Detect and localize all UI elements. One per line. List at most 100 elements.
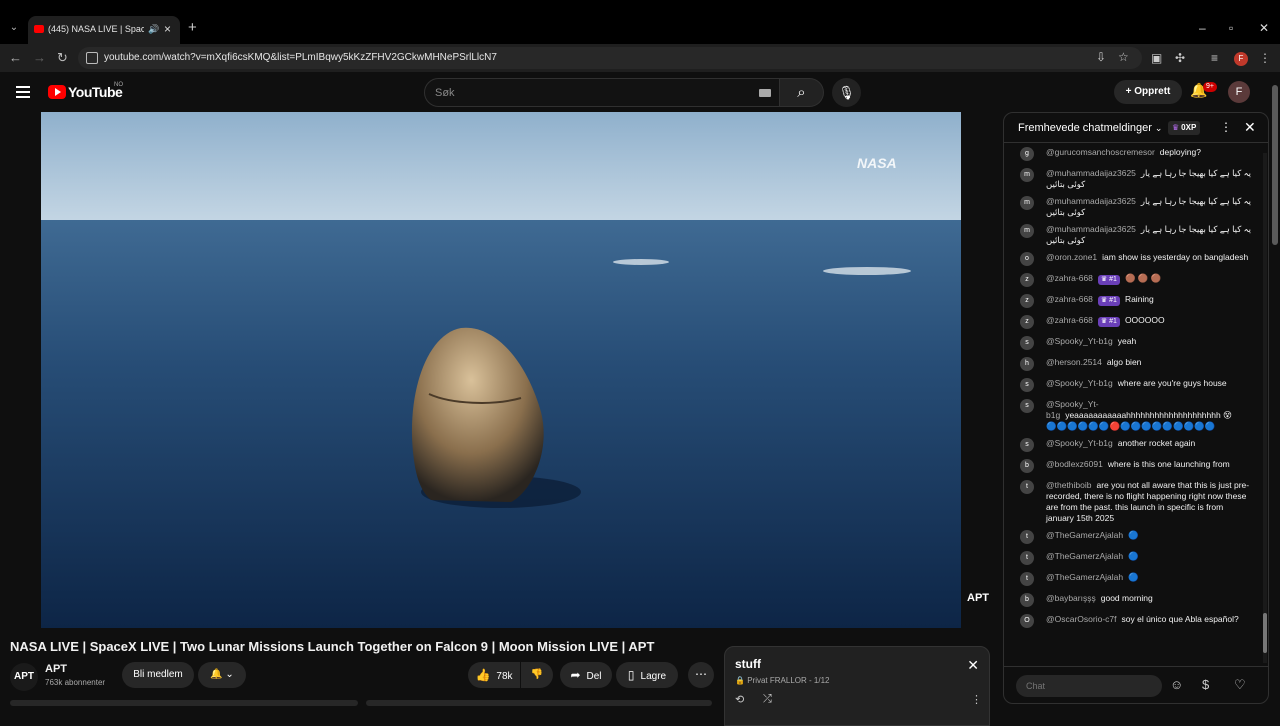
- browser-tab-active[interactable]: (445) NASA LIVE | SpaceX LIVE 🔊 ×: [28, 16, 180, 44]
- chat-message[interactable]: z @zahra-668 ♛ #1 OOOOOO: [1004, 312, 1264, 333]
- chat-author-name[interactable]: @TheGamerzAjalah: [1046, 530, 1123, 540]
- minimize-icon[interactable]: –: [1199, 22, 1206, 34]
- super-chat-icon[interactable]: $: [1202, 678, 1209, 692]
- chat-message[interactable]: h @herson.2514 algo bien: [1004, 354, 1264, 375]
- chat-message[interactable]: g @gurucomsanchoscremesor deploying?: [1004, 144, 1264, 165]
- account-avatar[interactable]: F: [1228, 81, 1250, 103]
- chat-author-avatar[interactable]: t: [1020, 530, 1034, 544]
- chat-author-name[interactable]: @TheGamerzAjalah: [1046, 551, 1123, 561]
- forward-icon[interactable]: →: [33, 50, 46, 66]
- browser-menu-icon[interactable]: ⋮: [1259, 51, 1271, 65]
- notification-preference-button[interactable]: 🔔 ⌄: [198, 662, 246, 688]
- chat-input[interactable]: [1016, 675, 1162, 697]
- search-button[interactable]: ⌕: [780, 78, 824, 107]
- chat-message[interactable]: s @Spooky_Yt-b1g yeah: [1004, 333, 1264, 354]
- chat-author-name[interactable]: @muhammadaijaz3625: [1046, 196, 1136, 206]
- chat-scrollbar[interactable]: [1263, 153, 1267, 663]
- chat-author-avatar[interactable]: t: [1020, 480, 1034, 494]
- chat-message[interactable]: t @TheGamerzAjalah 🔵: [1004, 527, 1264, 548]
- chat-author-name[interactable]: @bodlexz6091: [1046, 459, 1103, 469]
- page-scrollbar[interactable]: [1272, 85, 1278, 245]
- chat-author-name[interactable]: @baybarışşş: [1046, 593, 1096, 603]
- window-close-icon[interactable]: ✕: [1259, 22, 1269, 34]
- chat-mode-dropdown[interactable]: Fremhevede chatmeldinger ⌄: [1018, 122, 1162, 134]
- chat-author-name[interactable]: @gurucomsanchoscremesor: [1046, 147, 1155, 157]
- chat-author-avatar[interactable]: z: [1020, 315, 1034, 329]
- dislike-button[interactable]: 👎: [521, 662, 553, 688]
- chat-author-avatar[interactable]: m: [1020, 168, 1034, 182]
- site-info-icon[interactable]: [86, 52, 98, 64]
- install-app-icon[interactable]: ⇩: [1096, 50, 1106, 64]
- chat-message[interactable]: t @thethiboib are you not all aware that t…: [1004, 477, 1264, 527]
- chat-message[interactable]: O @OscarOsorio-c7f soy el único que Abla e…: [1004, 611, 1264, 632]
- address-bar[interactable]: youtube.com/watch?v=mXqfi6csKMQ&list=PLm…: [78, 47, 1142, 69]
- chat-message[interactable]: m @muhammadaijaz3625 یہ کیا ہے کیا بھیجا ج…: [1004, 221, 1264, 249]
- chat-message[interactable]: s @Spooky_Yt-b1g yeaaaaaaaaaaahhhhhhhhhhhh…: [1004, 396, 1264, 435]
- playlist-more-icon[interactable]: ⋮: [971, 693, 982, 706]
- menu-icon[interactable]: [16, 86, 30, 98]
- tab-search-dropdown-icon[interactable]: ⌄: [6, 20, 22, 36]
- back-icon[interactable]: ←: [9, 50, 22, 66]
- browser-profile-avatar[interactable]: F: [1234, 52, 1248, 66]
- chat-author-avatar[interactable]: O: [1020, 614, 1034, 628]
- like-button[interactable]: 👍 78k: [468, 662, 520, 688]
- chat-author-avatar[interactable]: b: [1020, 593, 1034, 607]
- chat-author-name[interactable]: @TheGamerzAjalah: [1046, 572, 1123, 582]
- chat-author-avatar[interactable]: g: [1020, 147, 1034, 161]
- chat-message-list[interactable]: g @gurucomsanchoscremesor deploying? m @muha…: [1004, 144, 1264, 665]
- join-button[interactable]: Bli medlem: [122, 662, 194, 688]
- chat-author-name[interactable]: @Spooky_Yt-b1g: [1046, 378, 1113, 388]
- chat-message[interactable]: b @bodlexz6091 where is this one launching…: [1004, 456, 1264, 477]
- chat-author-name[interactable]: @herson.2514: [1046, 357, 1102, 367]
- search-input[interactable]: Søk: [424, 78, 780, 107]
- chat-author-avatar[interactable]: h: [1020, 357, 1034, 371]
- chat-author-name[interactable]: @muhammadaijaz3625: [1046, 224, 1136, 234]
- playlist-close-icon[interactable]: ✕: [967, 657, 979, 674]
- channel-name[interactable]: APT: [45, 663, 67, 675]
- chat-author-name[interactable]: @muhammadaijaz3625: [1046, 168, 1136, 178]
- chat-author-name[interactable]: @zahra-668: [1046, 294, 1093, 304]
- chat-message[interactable]: s @Spooky_Yt-b1g where are you're guys hou…: [1004, 375, 1264, 396]
- xp-badge[interactable]: ♛ 0XP: [1168, 121, 1201, 135]
- chat-message[interactable]: m @muhammadaijaz3625 یہ کیا ہے کیا بھیجا ج…: [1004, 193, 1264, 221]
- chat-author-avatar[interactable]: o: [1020, 252, 1034, 266]
- bookmark-star-icon[interactable]: ☆: [1118, 50, 1129, 64]
- chat-close-icon[interactable]: ✕: [1244, 119, 1256, 136]
- chat-author-name[interactable]: @zahra-668: [1046, 273, 1093, 283]
- share-button[interactable]: ➦ Del: [560, 662, 612, 688]
- chat-message[interactable]: b @baybarışşş good morning: [1004, 590, 1264, 611]
- chat-message[interactable]: t @TheGamerzAjalah 🔵: [1004, 548, 1264, 569]
- video-player[interactable]: [41, 112, 961, 628]
- chat-author-name[interactable]: @thethiboib: [1046, 480, 1092, 490]
- new-tab-button[interactable]: +: [188, 20, 197, 36]
- voice-search-button[interactable]: 🎙: [832, 78, 861, 107]
- url-text[interactable]: youtube.com/watch?v=mXqfi6csKMQ&list=PLm…: [104, 52, 497, 63]
- create-button[interactable]: + Opprett: [1114, 80, 1182, 104]
- playlist-title[interactable]: stuff: [735, 657, 761, 671]
- chat-author-name[interactable]: @zahra-668: [1046, 315, 1093, 325]
- chat-author-avatar[interactable]: t: [1020, 551, 1034, 565]
- keyboard-icon[interactable]: [759, 89, 771, 97]
- chat-author-avatar[interactable]: z: [1020, 294, 1034, 308]
- loop-icon[interactable]: ⟲: [735, 693, 744, 706]
- chat-message[interactable]: z @zahra-668 ♛ #1 Raining: [1004, 291, 1264, 312]
- channel-avatar[interactable]: APT: [10, 663, 38, 691]
- chat-author-name[interactable]: @Spooky_Yt-b1g: [1046, 336, 1113, 346]
- chat-more-icon[interactable]: ⋮: [1220, 120, 1232, 134]
- chat-author-avatar[interactable]: z: [1020, 273, 1034, 287]
- chat-author-name[interactable]: @Spooky_Yt-b1g: [1046, 438, 1113, 448]
- save-button[interactable]: ▯ Lagre: [616, 662, 678, 688]
- playlist-owner[interactable]: FRALLOR: [770, 676, 807, 685]
- chat-author-name[interactable]: @oron.zone1: [1046, 252, 1097, 262]
- tab-close-icon[interactable]: ×: [164, 22, 171, 36]
- chat-author-avatar[interactable]: s: [1020, 378, 1034, 392]
- chat-author-avatar[interactable]: m: [1020, 196, 1034, 210]
- heart-icon[interactable]: ♡: [1234, 678, 1246, 692]
- chat-message[interactable]: o @oron.zone1 iam show iss yesterday on ba…: [1004, 249, 1264, 270]
- chat-message[interactable]: s @Spooky_Yt-b1g another rocket again: [1004, 435, 1264, 456]
- extension-icon[interactable]: ▣: [1151, 51, 1162, 65]
- chat-author-avatar[interactable]: s: [1020, 438, 1034, 452]
- youtube-logo-icon[interactable]: [48, 85, 66, 99]
- chat-message[interactable]: z @zahra-668 ♛ #1 🟤 🟤 🟤: [1004, 270, 1264, 291]
- chat-author-name[interactable]: @OscarOsorio-c7f: [1046, 614, 1117, 624]
